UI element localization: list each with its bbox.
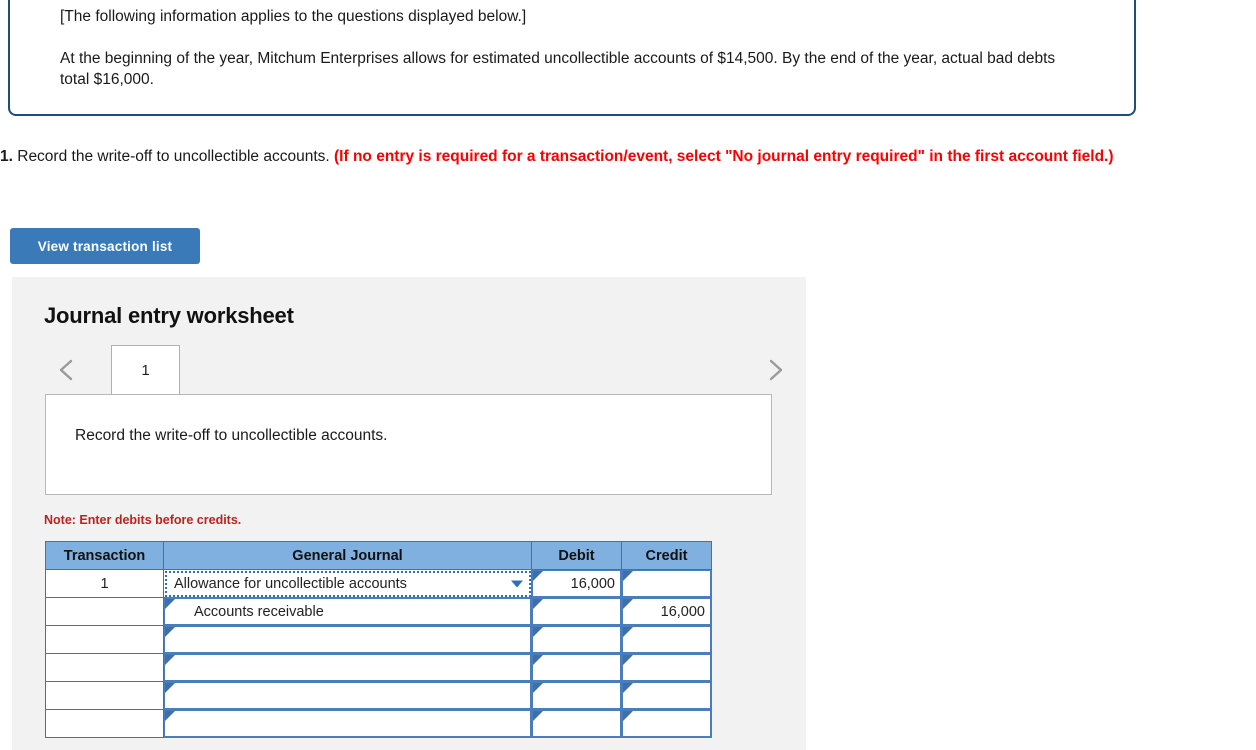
debits-before-credits-note: Note: Enter debits before credits. <box>44 513 242 527</box>
credit-input-row-4[interactable] <box>621 653 712 682</box>
chevron-down-icon <box>511 580 523 587</box>
info-box-line-2: At the beginning of the year, Mitchum En… <box>60 50 1056 88</box>
worksheet-title: Journal entry worksheet <box>44 303 294 328</box>
credit-input-row-2[interactable]: 16,000 <box>621 597 712 626</box>
table-row: Accounts receivable 16,000 <box>45 597 712 626</box>
debit-input-row-3[interactable] <box>531 625 622 654</box>
worksheet-tabstrip: 1 <box>12 345 806 395</box>
transaction-number-cell <box>45 681 164 710</box>
journal-entry-table: Transaction General Journal Debit Credit… <box>45 541 712 738</box>
journal-table-header-row: Transaction General Journal Debit Credit <box>45 541 712 570</box>
transaction-number-cell <box>45 653 164 682</box>
transaction-number-cell <box>45 597 164 626</box>
table-row <box>45 709 712 738</box>
transaction-number-cell <box>45 625 164 654</box>
journal-table-body: 1 Allowance for uncollectible accounts 1… <box>45 569 712 738</box>
account-select-row-2[interactable]: Accounts receivable <box>163 597 532 626</box>
next-entry-chevron-right-icon[interactable] <box>760 355 790 385</box>
table-row <box>45 681 712 710</box>
credit-input-row-5[interactable] <box>621 681 712 710</box>
credit-input-row-3[interactable] <box>621 625 712 654</box>
question-number: 1. <box>0 148 13 165</box>
debit-input-row-1[interactable]: 16,000 <box>531 569 622 598</box>
debit-input-row-6[interactable] <box>531 709 622 738</box>
column-header-transaction: Transaction <box>45 541 164 570</box>
worksheet-tab-1[interactable]: 1 <box>111 345 180 395</box>
column-header-credit: Credit <box>621 541 712 570</box>
transaction-number-cell: 1 <box>45 569 164 598</box>
account-select-row-1-value: Allowance for uncollectible accounts <box>174 575 407 592</box>
account-select-row-4[interactable] <box>163 653 532 682</box>
info-box-line-1: [The following information applies to th… <box>60 8 527 25</box>
question-prompt: 1. Record the write-off to uncollectible… <box>0 146 1135 168</box>
account-select-row-2-value: Accounts receivable <box>194 603 324 620</box>
question-text: Record the write-off to uncollectible ac… <box>12 148 335 165</box>
table-row <box>45 653 712 682</box>
account-select-row-5[interactable] <box>163 681 532 710</box>
account-select-row-1[interactable]: Allowance for uncollectible accounts <box>163 569 532 598</box>
table-row: 1 Allowance for uncollectible accounts 1… <box>45 569 712 598</box>
entry-description-text: Record the write-off to uncollectible ac… <box>75 427 388 444</box>
credit-input-row-2-value: 16,000 <box>660 603 705 620</box>
debit-input-row-4[interactable] <box>531 653 622 682</box>
prev-entry-chevron-left-icon[interactable] <box>52 355 82 385</box>
entry-description-panel: Record the write-off to uncollectible ac… <box>45 394 772 495</box>
journal-entry-worksheet-panel: Journal entry worksheet 1 Record the wri… <box>12 277 806 750</box>
column-header-general-journal: General Journal <box>163 541 532 570</box>
table-row <box>45 625 712 654</box>
credit-input-row-1[interactable] <box>621 569 712 598</box>
worksheet-tab-1-label: 1 <box>141 362 150 379</box>
debit-input-row-2[interactable] <box>531 597 622 626</box>
credit-input-row-6[interactable] <box>621 709 712 738</box>
transaction-number-cell <box>45 709 164 738</box>
account-select-row-6[interactable] <box>163 709 532 738</box>
debit-input-row-5[interactable] <box>531 681 622 710</box>
view-transaction-list-button[interactable]: View transaction list <box>10 228 200 264</box>
account-select-row-3[interactable] <box>163 625 532 654</box>
debit-input-row-1-value: 16,000 <box>570 575 615 592</box>
info-box: [The following information applies to th… <box>8 0 1136 116</box>
column-header-debit: Debit <box>531 541 622 570</box>
question-hint: (If no entry is required for a transacti… <box>334 148 1114 165</box>
